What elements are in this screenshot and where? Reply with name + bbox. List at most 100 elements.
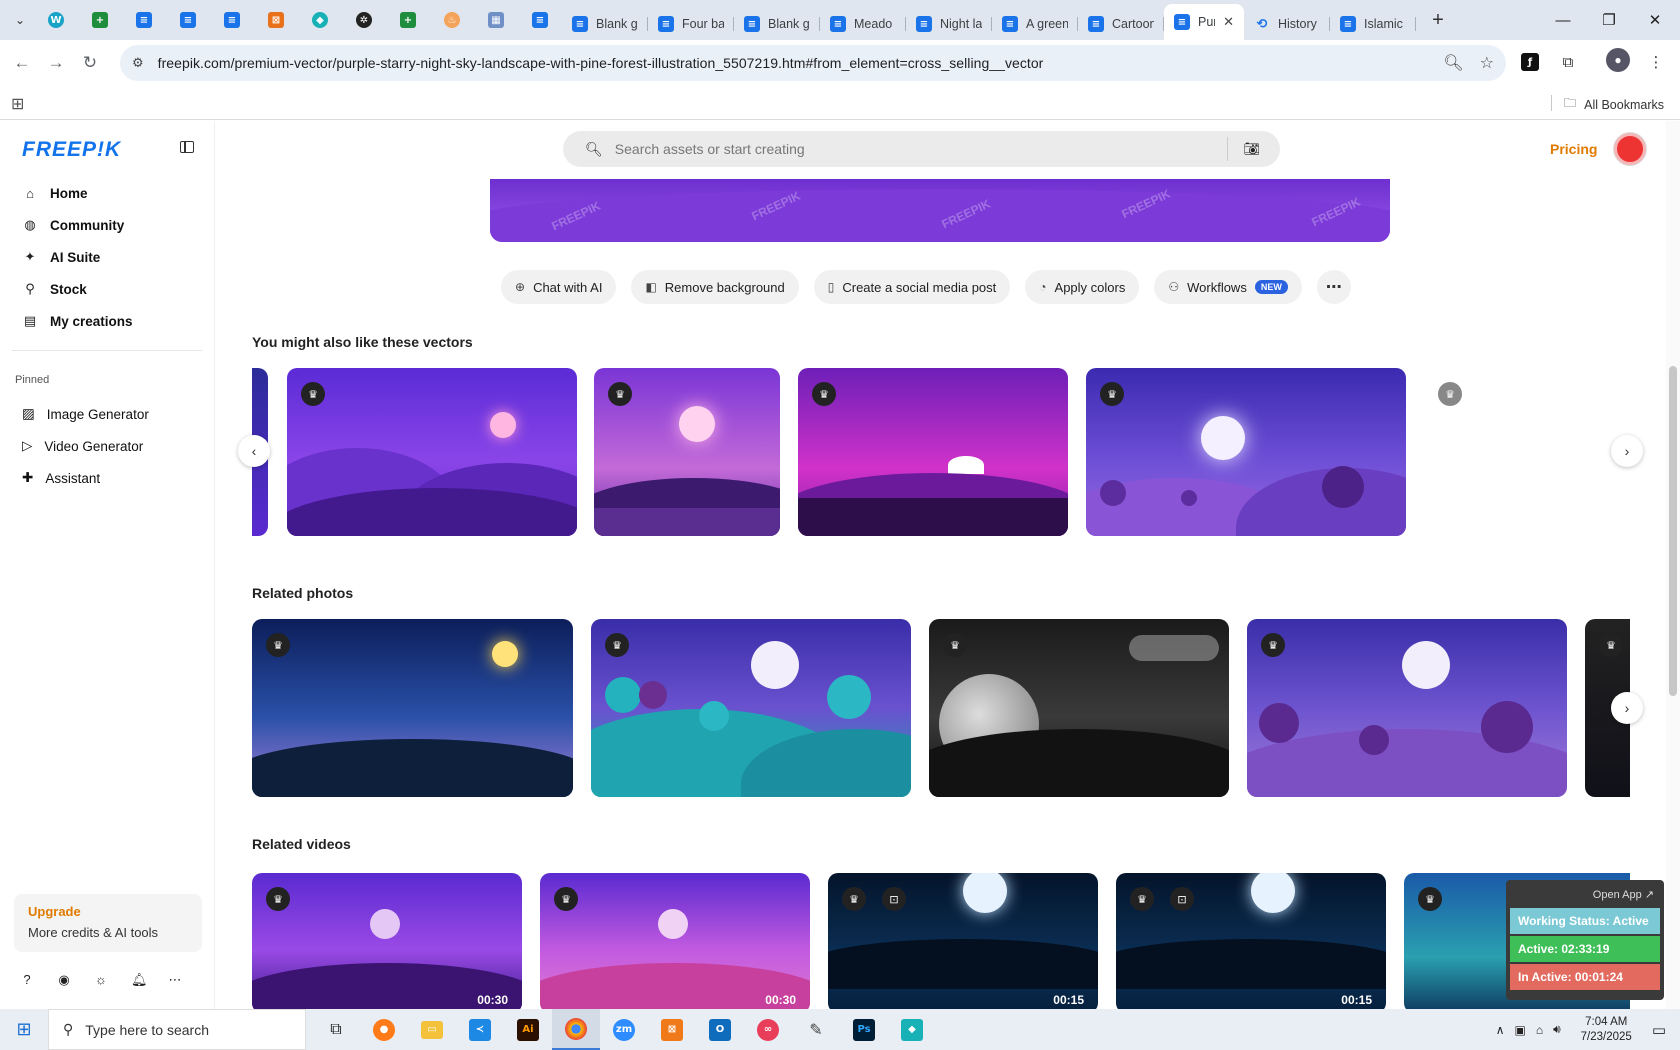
vector-thumbnail[interactable]: ♛ xyxy=(1086,368,1406,536)
sidebar-item-stock[interactable]: ⚲ Stock xyxy=(12,273,202,305)
bookmark-star-icon[interactable]: ☆ xyxy=(1480,53,1494,73)
tray-app-icon[interactable]: ▣ xyxy=(1514,1023,1525,1037)
photoshop-icon[interactable]: Ps xyxy=(840,1009,888,1050)
action-apply-colors-button[interactable]: ◔ Apply colors xyxy=(1025,270,1140,304)
pinned-tab[interactable]: W xyxy=(34,4,78,36)
pinned-tab[interactable]: ♨ xyxy=(430,4,474,36)
close-window-button[interactable]: ✕ xyxy=(1632,0,1678,40)
outlook-icon[interactable]: O xyxy=(696,1009,744,1050)
pinned-tab[interactable]: + xyxy=(386,4,430,36)
search-bar[interactable]: 🔍︎ Search assets or start creating 📷︎ xyxy=(563,131,1280,167)
close-tab-icon[interactable]: ✕ xyxy=(1223,14,1234,30)
pinned-tab[interactable]: ◆ xyxy=(298,4,342,36)
task-view-icon[interactable]: ⧉ xyxy=(312,1009,360,1050)
network-icon[interactable]: ⌂ xyxy=(1536,1023,1543,1037)
user-avatar[interactable] xyxy=(1614,133,1646,165)
photo-thumbnail[interactable]: ♛ xyxy=(252,619,573,797)
action-workflows-button[interactable]: ⚇ Workflows NEW xyxy=(1154,270,1302,304)
action-create-a-social-media-post-button[interactable]: ▯ Create a social media post xyxy=(813,270,1011,304)
browser-tab[interactable]: ⟲ History xyxy=(1244,8,1330,40)
action-chat-with-ai-button[interactable]: ⊕ Chat with AI xyxy=(501,270,617,304)
video-thumbnail[interactable]: ♛ 00:30 xyxy=(540,873,810,1009)
tab-search-button[interactable]: ⌄ xyxy=(6,6,34,34)
pinned-tab[interactable]: ✲ xyxy=(342,4,386,36)
camera-search-icon[interactable]: 📷︎ xyxy=(1243,141,1260,157)
restore-button[interactable]: ❐ xyxy=(1586,0,1632,40)
video-thumbnail[interactable]: ♛ ⊡ 00:15 xyxy=(828,873,1098,1009)
video-thumbnail[interactable]: ♛ ⊡ 00:15 xyxy=(1116,873,1386,1009)
browser-tab[interactable]: ≡ Islamic xyxy=(1330,8,1416,40)
pinned-tab[interactable]: ≡ xyxy=(166,4,210,36)
video-thumbnail[interactable]: ♛ 00:30 xyxy=(252,873,522,1009)
file-explorer-icon[interactable]: ▭ xyxy=(408,1009,456,1050)
search-input[interactable]: Search assets or start creating xyxy=(615,141,805,157)
pinned-tab[interactable]: ≡ xyxy=(122,4,166,36)
sidebar-item-ai-suite[interactable]: ✦ AI Suite xyxy=(12,241,202,273)
pinned-tab[interactable]: ≡ xyxy=(210,4,254,36)
taskbar-search-input[interactable]: Type here to search xyxy=(85,1022,209,1038)
back-button[interactable]: ← xyxy=(5,46,39,80)
taskbar-search[interactable]: ⚲ Type here to search xyxy=(48,1009,306,1050)
firefox-icon[interactable]: ● xyxy=(360,1009,408,1050)
photo-thumbnail[interactable]: ♛ xyxy=(591,619,911,797)
vector-thumbnail[interactable]: ♛ xyxy=(798,368,1068,536)
pinned-tab[interactable]: + xyxy=(78,4,122,36)
browser-tab[interactable]: ≡ Cartoon xyxy=(1078,8,1164,40)
browser-tab[interactable]: ≡ A green xyxy=(992,8,1078,40)
box-app-icon[interactable]: ⊠ xyxy=(648,1009,696,1050)
zoom-icon[interactable]: zm xyxy=(600,1009,648,1050)
forward-button[interactable]: → xyxy=(39,46,73,80)
main-preview-image[interactable]: FREEPIK FREEPIK FREEPIK FREEPIK FREEPIK xyxy=(490,179,1390,242)
sidebar-item-image-generator[interactable]: ▨ Image Generator xyxy=(12,398,202,430)
extensions-puzzle-icon[interactable]: ⧉ xyxy=(1554,48,1582,76)
more-options-icon[interactable]: ⋯ xyxy=(168,972,182,988)
omnibox[interactable]: ⚙ freepik.com/premium-vector/purple-star… xyxy=(120,45,1506,81)
vector-thumbnail[interactable]: ♛ xyxy=(594,368,780,536)
app-diamond-icon[interactable]: ◆ xyxy=(888,1009,936,1050)
new-tab-button[interactable]: + xyxy=(1422,4,1454,36)
creative-cloud-icon[interactable]: ∞ xyxy=(744,1009,792,1050)
volume-icon[interactable]: 🔊︎ xyxy=(1553,1022,1561,1037)
sidebar-item-community[interactable]: ◍ Community xyxy=(12,209,202,241)
more-actions-button[interactable]: ⋯ xyxy=(1316,270,1351,304)
browser-tab[interactable]: ≡ Blank g xyxy=(562,8,648,40)
photo-thumbnail[interactable]: ♛ xyxy=(1247,619,1567,797)
action-remove-background-button[interactable]: ◧ Remove background xyxy=(631,270,799,304)
tray-expand-icon[interactable]: ∧ xyxy=(1496,1023,1505,1037)
notifications-bell-icon[interactable]: 🔔︎ xyxy=(131,972,148,988)
pen-tool-icon[interactable]: ✎ xyxy=(792,1009,840,1050)
browser-tab[interactable]: ≡ Four ba xyxy=(648,8,734,40)
reload-button[interactable]: ↻ xyxy=(73,46,107,80)
sidebar-item-video-generator[interactable]: ▷ Video Generator xyxy=(12,430,202,462)
pinned-tab[interactable]: ≡ xyxy=(518,4,562,36)
theme-icon[interactable]: ☼ xyxy=(94,972,108,988)
browser-menu-icon[interactable]: ⋮ xyxy=(1642,48,1670,76)
pinned-tab[interactable]: ▦ xyxy=(474,4,518,36)
vector-thumbnail[interactable]: ♛ xyxy=(287,368,577,536)
url-text[interactable]: freepik.com/premium-vector/purple-starry… xyxy=(158,55,1044,71)
all-bookmarks-button[interactable]: 🗀 All Bookmarks xyxy=(1564,94,1664,115)
carousel-prev-button[interactable]: ‹ xyxy=(238,435,270,467)
page-scrollbar[interactable] xyxy=(1666,121,1680,1009)
freepik-logo[interactable]: FREEP!K xyxy=(22,138,121,162)
minimize-button[interactable]: — xyxy=(1540,0,1586,40)
chrome-icon[interactable] xyxy=(552,1009,600,1050)
discord-icon[interactable]: ◉ xyxy=(57,972,71,988)
vscode-icon[interactable]: ≺ xyxy=(456,1009,504,1050)
sidebar-item-home[interactable]: ⌂ Home xyxy=(12,177,202,209)
browser-tab[interactable]: ≡ Blank g xyxy=(734,8,820,40)
profile-avatar[interactable]: ● xyxy=(1606,48,1630,72)
collapse-sidebar-icon[interactable] xyxy=(180,141,194,153)
photo-thumbnail[interactable]: ♛ xyxy=(929,619,1229,797)
scrollbar-thumb[interactable] xyxy=(1669,366,1677,696)
site-settings-icon[interactable]: ⚙ xyxy=(132,55,144,71)
upgrade-card[interactable]: Upgrade More credits & AI tools xyxy=(14,894,202,952)
notification-center-icon[interactable]: ▭ xyxy=(1652,1021,1666,1039)
browser-tab[interactable]: ≡ Pur ✕ xyxy=(1164,4,1244,40)
browser-tab[interactable]: ≡ Meado xyxy=(820,8,906,40)
start-button[interactable]: ⊞ xyxy=(0,1009,48,1050)
sidebar-item-assistant[interactable]: ✚ Assistant xyxy=(12,462,202,494)
carousel-next-button[interactable]: › xyxy=(1611,435,1643,467)
zoom-icon[interactable]: 🔍︎ xyxy=(1443,53,1463,73)
pricing-link[interactable]: Pricing xyxy=(1550,141,1597,157)
